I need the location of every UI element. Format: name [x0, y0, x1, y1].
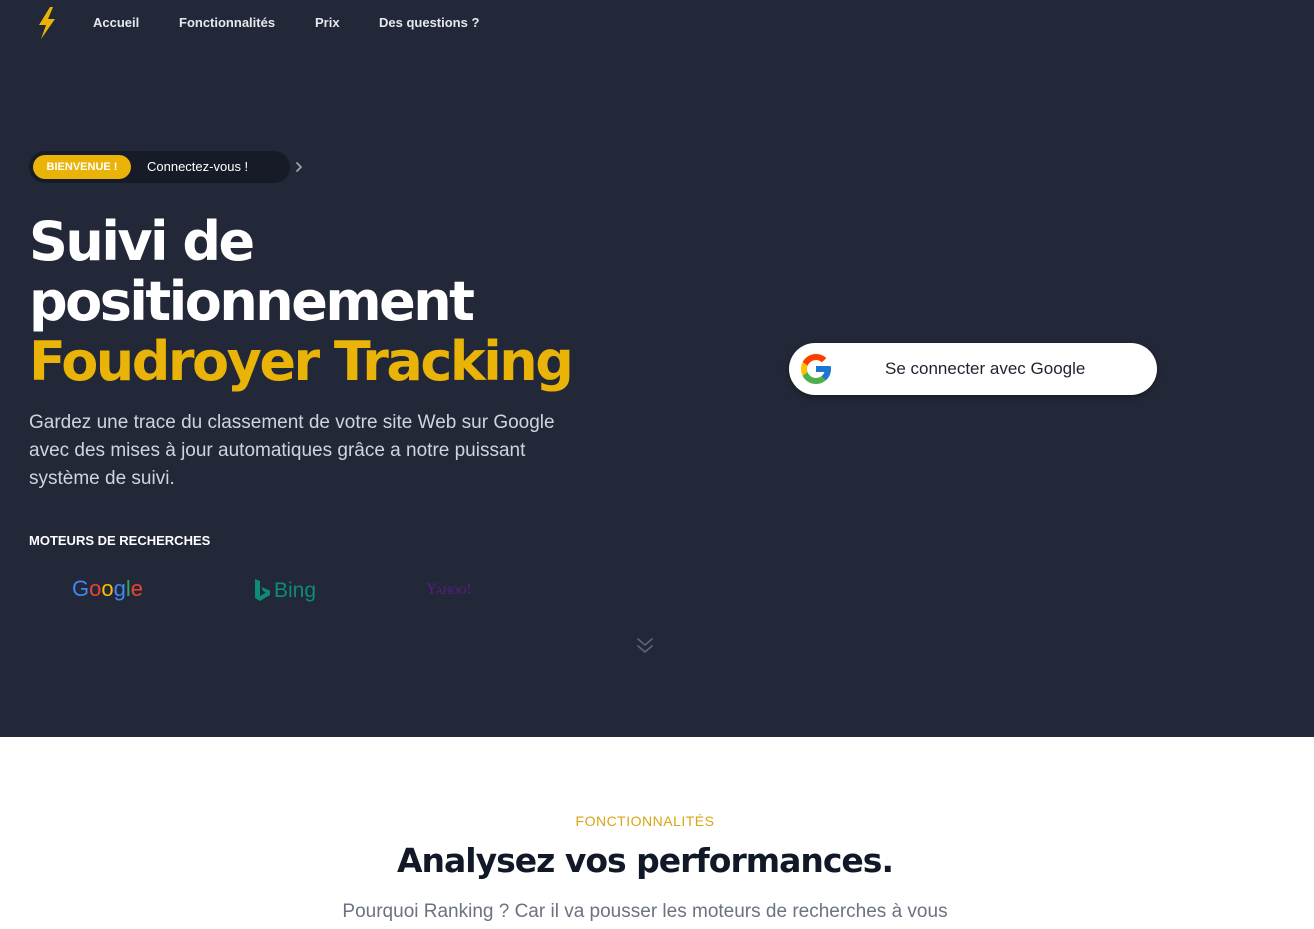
welcome-badge: BIENVENUE ! [33, 155, 131, 179]
announcement-pill[interactable]: BIENVENUE ! Connectez-vous ! [29, 151, 302, 183]
hero-section: Accueil Fonctionnalités Prix Des questio… [0, 0, 1314, 737]
google-g-icon [801, 354, 831, 384]
engines-heading: MOTEURS DE RECHERCHES [29, 533, 211, 548]
scroll-down-chevrons-icon[interactable] [636, 636, 654, 656]
headline-accent: Foudroyer Tracking [29, 330, 574, 393]
google-signin-label: Se connecter avec Google [885, 359, 1086, 378]
bing-logo-text: Bing [274, 579, 317, 602]
top-navigation: Accueil Fonctionnalités Prix Des questio… [0, 0, 1314, 46]
lightning-logo-icon[interactable] [35, 7, 59, 39]
announcement-text: Connectez-vous ! [147, 159, 249, 174]
bing-icon [255, 579, 270, 601]
headline-line-2: positionnement [29, 270, 475, 333]
nav-link-fonctionnalites[interactable]: Fonctionnalités [179, 15, 275, 30]
nav-link-questions[interactable]: Des questions ? [379, 15, 479, 30]
nav-link-prix[interactable]: Prix [315, 15, 340, 30]
features-title: Analysez vos performances. [396, 841, 894, 880]
features-subtitle: Pourquoi Ranking ? Car il va pousser les… [342, 901, 948, 922]
features-eyebrow: FONCTIONNALITÉS [575, 813, 715, 829]
bing-logo: Bing [253, 576, 316, 606]
yahoo-logo: Yahoo! [427, 582, 472, 598]
google-signin-button[interactable]: Se connecter avec Google [789, 343, 1157, 395]
google-logo: Google [72, 576, 144, 601]
features-section: FONCTIONNALITÉS Analysez vos performance… [0, 737, 1314, 929]
hero-headline: Suivi de positionnement Foudroyer Tracki… [29, 212, 649, 392]
hero-subtitle: Gardez une trace du classement de votre … [29, 412, 555, 489]
nav-link-accueil[interactable]: Accueil [93, 15, 139, 30]
headline-line-1: Suivi de [29, 210, 255, 273]
chevron-right-icon [296, 162, 302, 172]
